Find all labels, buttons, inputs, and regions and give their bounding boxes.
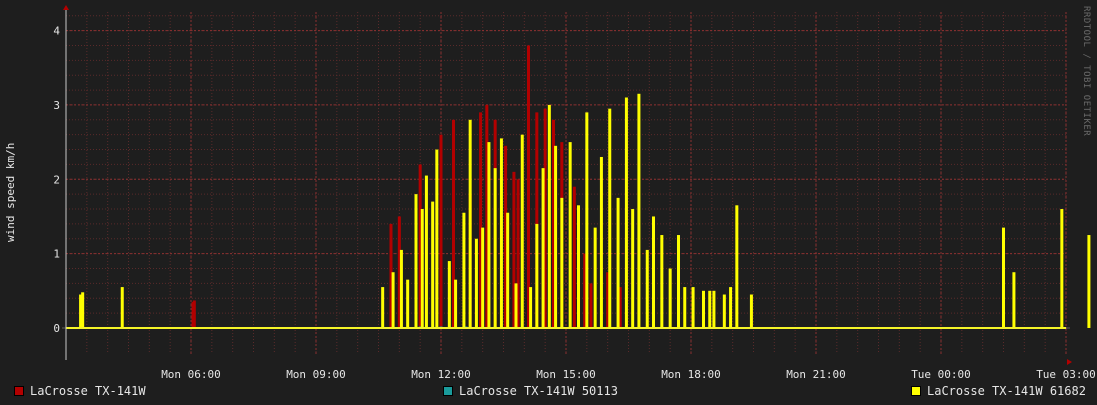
legend-item-2: LaCrosse TX-141W 50113: [443, 384, 618, 398]
data-spike-3: [677, 235, 680, 328]
data-spike-3: [435, 149, 439, 328]
data-spike-3: [608, 108, 612, 328]
data-spike-3: [712, 290, 716, 328]
data-spike-3: [529, 287, 533, 328]
data-spike-1: [527, 45, 530, 328]
data-spike-3: [414, 194, 418, 328]
x-tick-label: Mon 21:00: [786, 368, 846, 381]
data-spike-3: [1012, 272, 1016, 328]
data-spike-3: [554, 145, 558, 328]
data-spike-3: [120, 287, 124, 328]
data-spike-3: [624, 97, 628, 328]
data-spike-3: [668, 268, 672, 328]
y-tick-label: 2: [53, 173, 60, 186]
x-tick-label: Mon 09:00: [286, 368, 346, 381]
chart-frame: 0 1 2 3 4 Mon 06:00 Mon 09:00 Mon 12:00 Mon 15:0…: [0, 0, 1097, 405]
data-spike-3: [462, 212, 466, 328]
x-tick-label: Mon 18:00: [661, 368, 721, 381]
data-spike-3: [637, 93, 641, 328]
data-spike-1: [192, 300, 196, 328]
legend-swatch-2: [443, 386, 453, 396]
data-spike-3: [447, 261, 451, 328]
y-axis-label: wind speed km/h: [4, 142, 17, 242]
data-spike-3: [1002, 227, 1005, 328]
y-axis-arrow: [63, 5, 69, 10]
legend-label-2: LaCrosse TX-141W 50113: [459, 384, 618, 398]
data-spike-3: [468, 119, 472, 328]
data-spike-3: [708, 290, 712, 328]
x-tick-label: Mon 06:00: [161, 368, 221, 381]
data-spike-3: [381, 287, 385, 328]
data-spike-3: [616, 197, 620, 328]
data-spike-3: [599, 156, 603, 328]
data-spike-1: [439, 134, 443, 328]
data-spike-3: [1060, 209, 1064, 328]
data-spike-3: [729, 287, 733, 328]
data-spike-3: [541, 168, 545, 328]
data-spike-3: [535, 223, 539, 328]
x-tick-label: Tue 03:00: [1036, 368, 1096, 381]
data-spike-3: [481, 227, 485, 328]
data-spike-3: [81, 292, 85, 328]
data-spike-3: [474, 238, 478, 328]
y-tick-label: 4: [53, 25, 60, 38]
y-tick-label: 3: [53, 99, 60, 112]
data-spike-3: [631, 209, 635, 328]
data-spike-3: [645, 249, 649, 328]
data-spike-3: [454, 279, 458, 328]
data-spike-3: [577, 205, 580, 328]
legend-swatch-1: [14, 386, 24, 396]
data-spike-3: [735, 205, 739, 328]
rrdtool-watermark: RRDTOOL / TOBI OETIKER: [1081, 6, 1091, 137]
data-spike-3: [391, 272, 395, 328]
data-spike-3: [520, 134, 524, 328]
legend-swatch-3: [911, 386, 921, 396]
x-tick-label: Tue 00:00: [911, 368, 971, 381]
data-spike-3: [660, 235, 664, 328]
data-spike-3: [691, 287, 695, 328]
data-spike-3: [406, 279, 410, 328]
y-tick-label: 1: [53, 248, 60, 261]
data-spike-3: [749, 294, 753, 328]
data-spike-1: [589, 283, 593, 328]
data-spike-3: [568, 142, 572, 328]
data-spike-3: [593, 227, 597, 328]
data-spike-3: [399, 249, 403, 328]
data-spike-3: [547, 104, 551, 328]
data-spike-3: [506, 212, 510, 328]
data-spike-3: [560, 197, 564, 328]
data-spike-3: [499, 138, 503, 328]
data-spike-3: [652, 216, 655, 328]
data-spike-3: [722, 294, 726, 328]
data-spike-3: [702, 290, 705, 328]
x-axis-arrow: [1067, 359, 1072, 365]
data-spike-1: [572, 186, 576, 328]
x-tick-label: Mon 15:00: [536, 368, 596, 381]
data-spike-3: [493, 168, 497, 328]
data-spike-3: [420, 209, 424, 328]
legend-label-3: LaCrosse TX-141W 61682: [927, 384, 1086, 398]
data-spike-3: [424, 175, 428, 328]
data-spike-3: [683, 287, 687, 328]
data-spike-3: [431, 201, 435, 328]
y-tick-label: 0: [53, 322, 60, 335]
legend-item-3: LaCrosse TX-141W 61682: [911, 384, 1086, 398]
data-spike-3: [487, 142, 491, 328]
legend-item-1: LaCrosse TX-141W: [14, 384, 146, 398]
data-spike-3: [585, 112, 589, 328]
legend-label-1: LaCrosse TX-141W: [30, 384, 146, 398]
data-spike-3: [514, 283, 518, 328]
chart-plot: 0 1 2 3 4 Mon 06:00 Mon 09:00 Mon 12:00 Mon 15:0…: [53, 5, 1096, 381]
data-spike-3: [1087, 235, 1091, 328]
x-tick-label: Mon 12:00: [411, 368, 471, 381]
